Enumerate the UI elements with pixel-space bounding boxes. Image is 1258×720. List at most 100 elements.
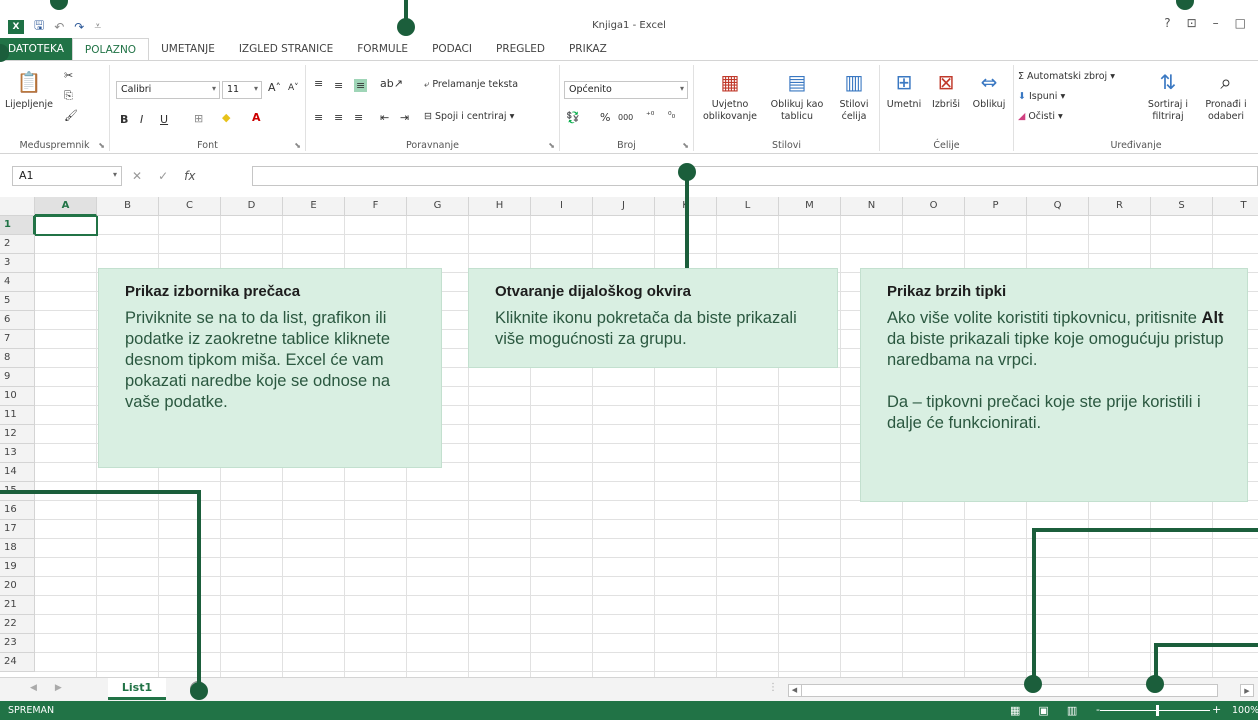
column-header[interactable]: T: [1213, 197, 1258, 216]
align-top-icon[interactable]: ≡: [314, 77, 323, 90]
row-header[interactable]: 10: [0, 387, 35, 406]
grow-font-icon[interactable]: A˄: [268, 81, 281, 94]
format-painter-icon[interactable]: 🖌: [64, 109, 78, 122]
column-header[interactable]: Q: [1027, 197, 1089, 216]
normal-view-icon[interactable]: ▦: [1010, 704, 1020, 717]
paste-button[interactable]: 📋 Lijepljenje: [4, 67, 54, 111]
delete-cells-button[interactable]: ⊠ Izbriši: [926, 67, 966, 111]
column-header[interactable]: H: [469, 197, 531, 216]
align-bottom-icon[interactable]: ≡: [354, 79, 368, 92]
insert-cells-button[interactable]: ⊞ Umetni: [884, 67, 924, 111]
increase-decimal-icon[interactable]: ⁺⁰: [646, 111, 654, 121]
active-cell[interactable]: [34, 215, 98, 236]
row-header[interactable]: 24: [0, 653, 35, 672]
borders-icon[interactable]: ⊞: [194, 112, 203, 125]
row-header[interactable]: 22: [0, 615, 35, 634]
decrease-indent-icon[interactable]: ⇤: [380, 111, 389, 124]
row-header[interactable]: 12: [0, 425, 35, 444]
page-break-view-icon[interactable]: ▥: [1067, 704, 1077, 717]
increase-indent-icon[interactable]: ⇥: [400, 111, 409, 124]
tab-file[interactable]: DATOTEKA: [0, 38, 72, 60]
row-header[interactable]: 16: [0, 501, 35, 520]
column-header[interactable]: J: [593, 197, 655, 216]
zoom-slider[interactable]: [1100, 710, 1210, 711]
row-header[interactable]: 14: [0, 463, 35, 482]
decrease-decimal-icon[interactable]: ⁰₀: [668, 111, 675, 121]
column-header[interactable]: A: [35, 197, 97, 216]
column-header[interactable]: K: [655, 197, 717, 216]
accounting-format-icon[interactable]: 💱: [566, 111, 580, 124]
column-header[interactable]: S: [1151, 197, 1213, 216]
row-header[interactable]: 6: [0, 311, 35, 330]
prev-sheet-icon[interactable]: ◀: [30, 683, 37, 693]
maximize-button[interactable]: □: [1235, 16, 1246, 30]
column-header[interactable]: B: [97, 197, 159, 216]
column-header[interactable]: R: [1089, 197, 1151, 216]
tab-review[interactable]: PREGLED: [484, 38, 557, 60]
column-header[interactable]: C: [159, 197, 221, 216]
column-header[interactable]: G: [407, 197, 469, 216]
zoom-slider-thumb[interactable]: [1156, 705, 1159, 716]
orientation-icon[interactable]: ab↗: [380, 77, 403, 90]
column-header[interactable]: M: [779, 197, 841, 216]
name-box[interactable]: A1 ▾: [12, 166, 122, 186]
percent-button[interactable]: %: [600, 111, 610, 124]
font-launcher-icon[interactable]: ⬊: [294, 141, 301, 150]
column-header[interactable]: F: [345, 197, 407, 216]
clear-button[interactable]: ◢ Očisti ▾: [1018, 111, 1063, 123]
row-header[interactable]: 15: [0, 482, 35, 501]
insert-function-icon[interactable]: fx: [184, 169, 195, 183]
column-header[interactable]: D: [221, 197, 283, 216]
column-header[interactable]: I: [531, 197, 593, 216]
alignment-launcher-icon[interactable]: ⬊: [548, 141, 555, 150]
cancel-icon[interactable]: ✕: [132, 169, 142, 183]
row-header[interactable]: 18: [0, 539, 35, 558]
enter-icon[interactable]: ✓: [158, 169, 168, 183]
fill-color-icon[interactable]: ◆: [222, 111, 230, 124]
column-header[interactable]: N: [841, 197, 903, 216]
align-right-icon[interactable]: ≡: [354, 111, 363, 124]
align-center-icon[interactable]: ≡: [334, 111, 343, 124]
underline-button[interactable]: U: [160, 113, 168, 126]
sort-filter-button[interactable]: ⇅ Sortiraj i filtriraj: [1140, 67, 1196, 123]
font-color-icon[interactable]: A: [252, 111, 261, 124]
row-header[interactable]: 4: [0, 273, 35, 292]
column-header[interactable]: L: [717, 197, 779, 216]
tab-page-layout[interactable]: IZGLED STRANICE: [227, 38, 345, 60]
find-select-button[interactable]: ⌕ Pronađi i odaberi: [1198, 67, 1254, 123]
row-header[interactable]: 11: [0, 406, 35, 425]
tab-data[interactable]: PODACI: [420, 38, 484, 60]
comma-style-button[interactable]: 000: [618, 113, 633, 122]
page-layout-view-icon[interactable]: ▣: [1038, 704, 1048, 717]
align-left-icon[interactable]: ≡: [314, 111, 323, 124]
column-header[interactable]: E: [283, 197, 345, 216]
format-cells-button[interactable]: ⇔ Oblikuj: [968, 67, 1010, 111]
align-middle-icon[interactable]: ≡: [334, 79, 343, 92]
minimize-button[interactable]: –: [1213, 16, 1219, 30]
merge-center-button[interactable]: ⊟ Spoji i centriraj ▾: [424, 111, 514, 123]
row-header[interactable]: 19: [0, 558, 35, 577]
zoom-level[interactable]: 100%: [1232, 705, 1258, 716]
conditional-formatting-button[interactable]: ▦ Uvjetno oblikovanje: [698, 67, 762, 123]
column-header[interactable]: O: [903, 197, 965, 216]
row-header[interactable]: 20: [0, 577, 35, 596]
help-icon[interactable]: ?: [1164, 16, 1170, 30]
row-header[interactable]: 23: [0, 634, 35, 653]
autosum-button[interactable]: Σ Automatski zbroj ▾: [1018, 71, 1115, 83]
sheet-tab-list1[interactable]: List1: [108, 678, 166, 700]
scroll-left-icon[interactable]: ◀: [788, 684, 802, 697]
bold-button[interactable]: B: [120, 113, 128, 126]
zoom-in-button[interactable]: +: [1212, 703, 1221, 716]
add-sheet-icon[interactable]: +: [190, 681, 206, 697]
row-header[interactable]: 8: [0, 349, 35, 368]
split-handle-icon[interactable]: ⋮: [768, 682, 778, 693]
number-format-select[interactable]: Općenito ▾: [564, 81, 688, 99]
row-header[interactable]: 2: [0, 235, 35, 254]
fill-button[interactable]: ⬇ Ispuni ▾: [1018, 91, 1065, 103]
tab-formulas[interactable]: FORMULE: [345, 38, 420, 60]
shrink-font-icon[interactable]: A˅: [288, 83, 299, 93]
row-header[interactable]: 7: [0, 330, 35, 349]
font-size-select[interactable]: 11 ▾: [222, 81, 262, 99]
copy-icon[interactable]: ⎘: [64, 89, 73, 103]
tab-view[interactable]: PRIKAZ: [557, 38, 619, 60]
